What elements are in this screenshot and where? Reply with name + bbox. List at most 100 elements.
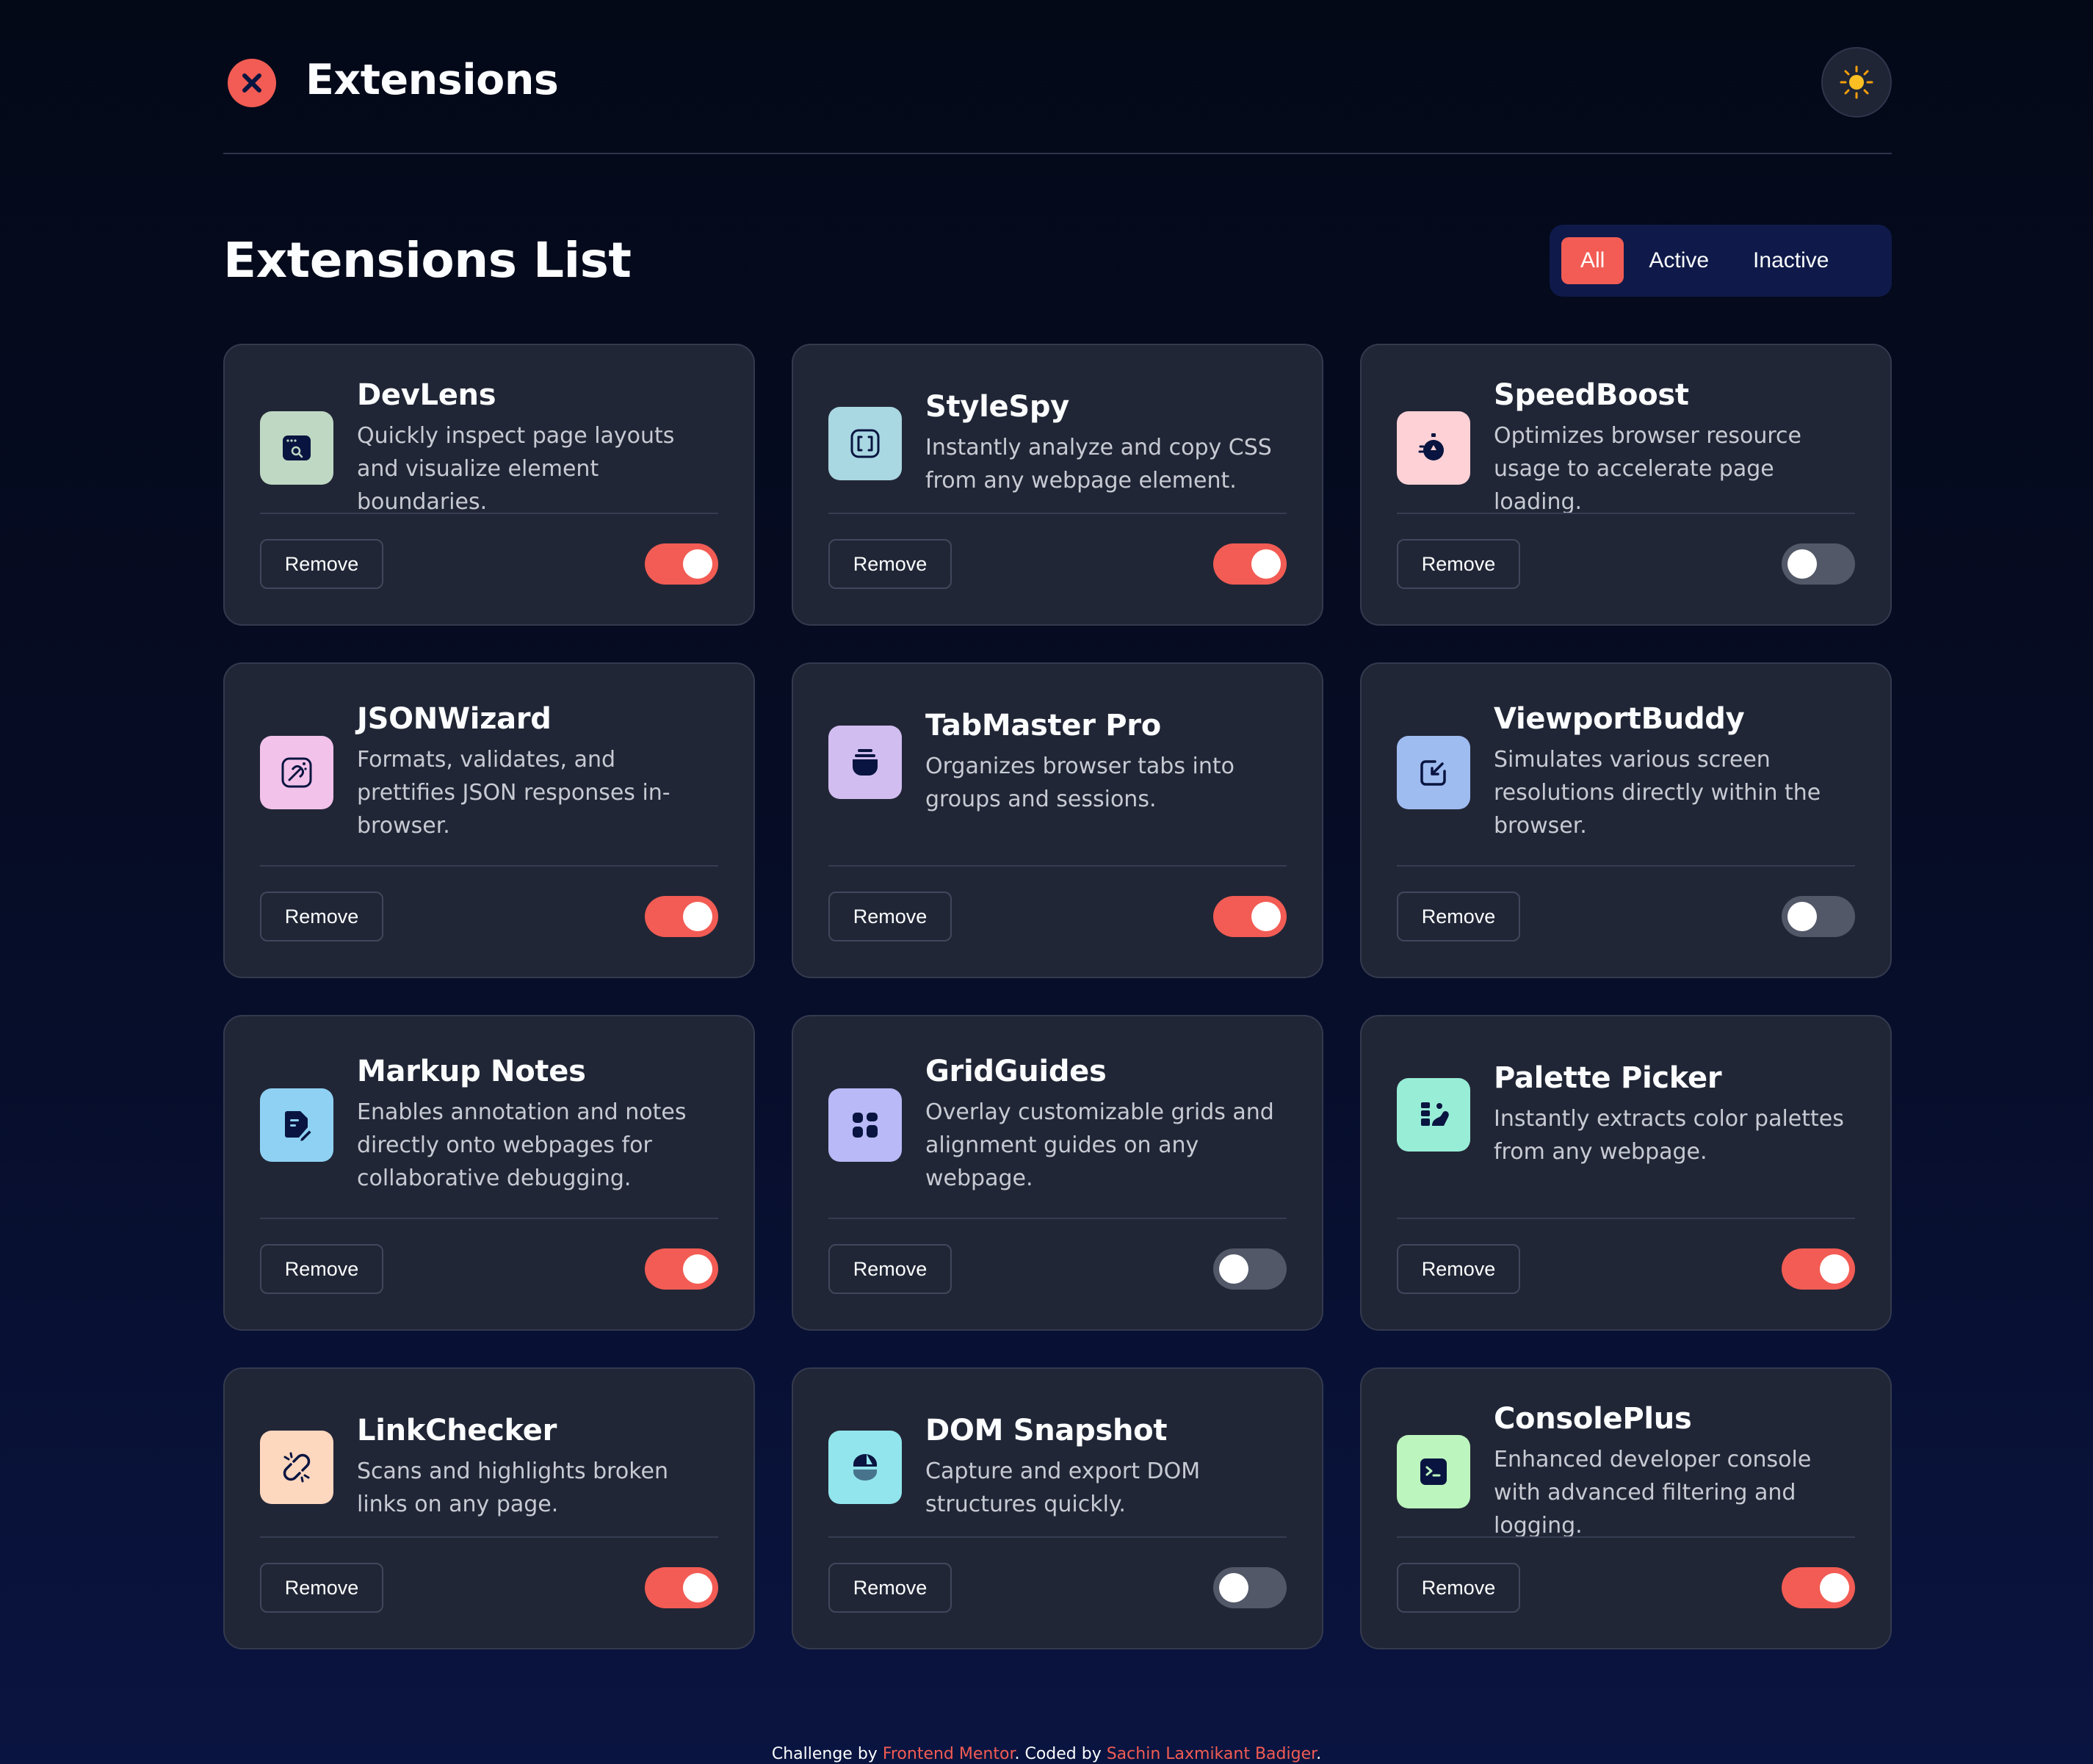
enable-toggle[interactable] [1782,896,1855,937]
enable-toggle[interactable] [645,896,718,937]
extension-description: Simulates various screen resolutions dir… [1494,747,1821,839]
extension-name: Palette Picker [1494,1061,1722,1095]
enable-toggle[interactable] [1213,1248,1287,1290]
remove-button[interactable]: Remove [828,892,952,941]
enable-toggle[interactable] [1782,543,1855,585]
extension-card-speedboost: SpeedBoost Optimizes browser resource us… [1360,344,1892,626]
toggle-knob [683,1254,712,1284]
remove-button[interactable]: Remove [1397,1244,1520,1294]
divider [1397,1218,1855,1219]
divider [260,513,718,514]
remove-button[interactable]: Remove [1397,892,1520,941]
extension-card-dom-snapshot: DOM Snapshot Capture and export DOM stru… [792,1367,1323,1649]
enable-toggle[interactable] [645,543,718,585]
toggle-knob [683,902,712,931]
extension-name: JSONWizard [357,702,552,736]
toggle-knob [1219,1254,1248,1284]
extension-card-jsonwizard: JSONWizard Formats, validates, and prett… [223,662,755,978]
extension-card-devlens: DevLens Quickly inspect page layouts and… [223,344,755,626]
filter-inactive[interactable]: Inactive [1734,237,1848,284]
extension-card-viewportbuddy: ViewportBuddy Simulates various screen r… [1360,662,1892,978]
enable-toggle[interactable] [645,1567,718,1608]
toggle-knob [683,549,712,579]
divider [828,1218,1287,1219]
magic-wand-icon [260,735,333,809]
remove-button[interactable]: Remove [260,539,383,589]
enable-toggle[interactable] [645,1248,718,1290]
grid-layout-icon [828,1088,902,1162]
enable-toggle[interactable] [1213,1567,1287,1608]
remove-button[interactable]: Remove [260,1244,383,1294]
remove-button[interactable]: Remove [1397,539,1520,589]
remove-button[interactable]: Remove [260,892,383,941]
extension-name: TabMaster Pro [925,709,1161,742]
extension-description: Enables annotation and notes directly on… [357,1099,687,1191]
remove-button[interactable]: Remove [260,1563,383,1613]
remove-button[interactable]: Remove [1397,1563,1520,1613]
extension-name: ConsolePlus [1494,1401,1692,1436]
extension-name: LinkChecker [357,1414,557,1447]
sun-icon [1840,65,1873,99]
note-pen-icon [260,1088,333,1162]
list-header: Extensions List All Active Inactive [223,154,1892,344]
extension-description: Optimizes browser resource usage to acce… [1494,422,1802,515]
terminal-icon [1397,1435,1470,1508]
filter-all[interactable]: All [1561,237,1624,284]
tabs-stack-icon [828,726,902,799]
toggle-knob [683,1573,712,1602]
extensions-grid: DevLens Quickly inspect page layouts and… [223,344,1892,1649]
extension-description: Organizes browser tabs into groups and s… [925,753,1235,812]
extension-name: DOM Snapshot [925,1414,1168,1447]
extension-card-stylespy: StyleSpy Instantly analyze and copy CSS … [792,344,1323,626]
extension-card-markup-notes: Markup Notes Enables annotation and note… [223,1015,755,1331]
remove-button[interactable]: Remove [828,1244,952,1294]
page-title: Extensions List [223,232,632,289]
extension-name: StyleSpy [925,390,1069,424]
divider [1397,865,1855,867]
extension-card-gridguides: GridGuides Overlay customizable grids an… [792,1015,1323,1331]
palette-icon [1397,1078,1470,1152]
logo-icon [228,59,276,107]
camera-snapshot-icon [828,1431,902,1504]
brand-name: Extensions [306,56,559,104]
extension-card-linkchecker: LinkChecker Scans and highlights broken … [223,1367,755,1649]
theme-toggle-button[interactable] [1821,47,1892,118]
extension-description: Overlay customizable grids and alignment… [925,1099,1274,1191]
toggle-knob [1251,902,1281,931]
extension-name: SpeedBoost [1494,377,1689,412]
extension-card-palette-picker: Palette Picker Instantly extracts color … [1360,1015,1892,1331]
extension-description: Quickly inspect page layouts and visuali… [357,422,675,515]
filter-active[interactable]: Active [1630,237,1728,284]
attribution: Challenge by Frontend Mentor. Coded by S… [771,1745,1322,1763]
extension-description: Instantly extracts color palettes from a… [1494,1106,1844,1165]
toggle-knob [1787,902,1817,931]
resize-arrow-icon [1397,735,1470,809]
toggle-knob [1251,549,1281,579]
enable-toggle[interactable] [1782,1567,1855,1608]
extension-card-tabmaster-pro: TabMaster Pro Organizes browser tabs int… [792,662,1323,978]
enable-toggle[interactable] [1782,1248,1855,1290]
extension-description: Instantly analyze and copy CSS from any … [925,435,1272,494]
toggle-knob [1787,549,1817,579]
author-link[interactable]: Sachin Laxmikant Badiger [1107,1745,1316,1763]
frontend-mentor-link[interactable]: Frontend Mentor [883,1745,1015,1763]
divider [828,865,1287,867]
extension-description: Formats, validates, and prettifies JSON … [357,747,670,839]
extension-description: Scans and highlights broken links on any… [357,1458,668,1517]
divider [260,1218,718,1219]
toggle-knob [1219,1573,1248,1602]
remove-button[interactable]: Remove [828,539,952,589]
enable-toggle[interactable] [1213,896,1287,937]
remove-button[interactable]: Remove [828,1563,952,1613]
extension-name: ViewportBuddy [1494,702,1745,736]
extension-description: Capture and export DOM structures quickl… [925,1458,1201,1517]
extension-name: Markup Notes [357,1055,586,1088]
divider [1397,513,1855,514]
enable-toggle[interactable] [1213,543,1287,585]
divider [260,865,718,867]
toggle-knob [1820,1254,1849,1284]
filter-tabs: All Active Inactive [1550,225,1892,297]
extension-name: DevLens [357,377,496,412]
divider [1397,1536,1855,1538]
stopwatch-icon [1397,411,1470,485]
